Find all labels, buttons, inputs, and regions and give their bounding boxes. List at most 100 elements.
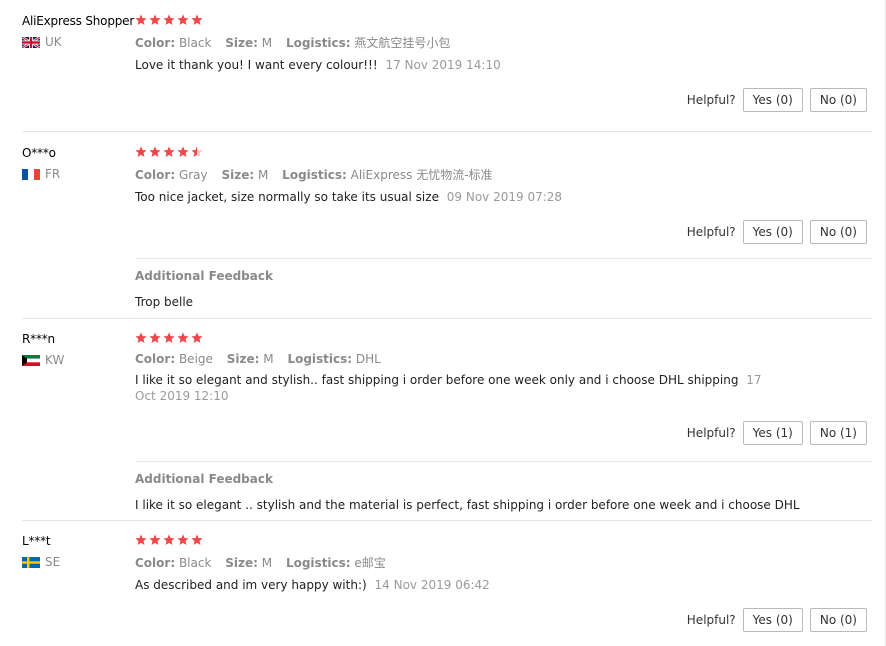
review-meta: Color: Gray Size: M Logistics: AliExpres… xyxy=(135,166,835,183)
review-divider xyxy=(22,131,872,132)
color-label: Color: xyxy=(135,352,176,366)
helpful-yes-button[interactable]: Yes (0) xyxy=(742,220,803,244)
helpful-controls: Helpful? Yes (0) No (0) xyxy=(687,88,867,112)
color-value: Beige xyxy=(178,352,213,366)
review-content: Color: Black Size: M Logistics: e邮宝 As d… xyxy=(135,534,835,593)
helpful-yes-button[interactable]: Yes (0) xyxy=(742,88,803,112)
star-icon xyxy=(177,332,189,343)
helpful-yes-button[interactable]: Yes (0) xyxy=(742,608,803,632)
star-icon xyxy=(135,146,147,157)
se-flag-icon xyxy=(22,556,40,568)
size-value: M xyxy=(257,168,269,182)
helpful-no-button[interactable]: No (0) xyxy=(809,220,867,244)
review-date: 09 Nov 2019 07:28 xyxy=(446,190,563,204)
color-label: Color: xyxy=(135,168,176,182)
star-icon xyxy=(177,146,189,157)
helpful-controls: Helpful? Yes (0) No (0) xyxy=(687,220,867,244)
star-icon xyxy=(135,534,147,545)
review-divider xyxy=(22,520,872,521)
logistics-label: Logistics: xyxy=(285,556,351,570)
star-icon xyxy=(135,14,147,25)
star-icon xyxy=(191,332,203,343)
review-content: Color: Beige Size: M Logistics: DHL I li… xyxy=(135,332,835,404)
logistics-value: DHL xyxy=(355,352,381,366)
size-label: Size: xyxy=(225,36,258,50)
review-meta: Color: Beige Size: M Logistics: DHL xyxy=(135,352,835,366)
reviewer-info: O***o FR xyxy=(22,146,60,181)
helpful-yes-button[interactable]: Yes (1) xyxy=(742,421,803,445)
star-icon xyxy=(149,332,161,343)
star-icon xyxy=(163,146,175,157)
logistics-value: 燕文航空挂号小包 xyxy=(354,36,451,50)
logistics-label: Logistics: xyxy=(287,352,353,366)
uk-flag-icon xyxy=(22,36,40,48)
size-value: M xyxy=(261,36,273,50)
review-date: 17 Nov 2019 14:10 xyxy=(385,58,501,72)
review-body: Love it thank you! I want every colour!!… xyxy=(135,58,378,72)
color-value: Black xyxy=(178,36,212,50)
reviewer-name: R***n xyxy=(22,332,55,346)
star-icon xyxy=(149,146,161,157)
review-text: I like it so elegant and stylish.. fast … xyxy=(135,372,775,404)
helpful-label: Helpful? xyxy=(686,426,736,440)
size-label: Size: xyxy=(221,168,255,182)
helpful-no-button[interactable]: No (0) xyxy=(809,608,867,632)
additional-feedback-title: Additional Feedback xyxy=(135,269,273,283)
review-text: Too nice jacket, size normally so take i… xyxy=(135,189,775,205)
star-icon xyxy=(149,534,161,545)
star-icon xyxy=(149,14,161,25)
star-rating xyxy=(135,534,835,548)
star-icon xyxy=(163,332,175,343)
reviewer-name: O***o xyxy=(22,146,56,160)
color-value: Gray xyxy=(178,168,208,182)
size-label: Size: xyxy=(225,556,258,570)
size-value: M xyxy=(263,352,274,366)
star-icon xyxy=(163,534,175,545)
size-label: Size: xyxy=(226,352,260,366)
helpful-no-button[interactable]: No (0) xyxy=(809,88,867,112)
star-icon xyxy=(191,146,203,157)
review-content: Color: Gray Size: M Logistics: AliExpres… xyxy=(135,146,835,205)
review-text: As described and im very happy with:) 14… xyxy=(135,577,775,593)
star-rating xyxy=(135,146,835,160)
helpful-label: Helpful? xyxy=(686,225,736,239)
additional-feedback: Additional Feedback I like it so elegant… xyxy=(135,461,872,512)
helpful-controls: Helpful? Yes (1) No (1) xyxy=(687,421,867,445)
country-code: KW xyxy=(45,353,65,367)
helpful-controls: Helpful? Yes (0) No (0) xyxy=(687,608,867,632)
reviews-page: AliExpress Shopper UK Color: Black Size:… xyxy=(0,0,886,646)
star-icon xyxy=(177,14,189,25)
star-rating xyxy=(135,332,835,346)
helpful-no-button[interactable]: No (1) xyxy=(809,421,867,445)
logistics-label: Logistics: xyxy=(282,168,347,182)
star-rating xyxy=(135,14,835,28)
star-icon xyxy=(191,14,203,25)
review-divider xyxy=(22,318,872,319)
reviewer-country: SE xyxy=(22,555,60,569)
additional-feedback-text: Trop belle xyxy=(135,295,194,309)
review-body: I like it so elegant and stylish.. fast … xyxy=(135,373,739,387)
review-content: Color: Black Size: M Logistics: 燕文航空挂号小包… xyxy=(135,14,835,73)
reviewer-info: L***t SE xyxy=(22,534,60,569)
logistics-value: e邮宝 xyxy=(354,556,386,570)
review-body: Too nice jacket, size normally so take i… xyxy=(135,190,439,204)
helpful-label: Helpful? xyxy=(686,613,736,627)
reviewer-country: KW xyxy=(22,353,64,367)
review-meta: Color: Black Size: M Logistics: e邮宝 xyxy=(135,554,835,571)
star-icon xyxy=(191,534,203,545)
review-meta: Color: Black Size: M Logistics: 燕文航空挂号小包 xyxy=(135,34,835,51)
size-value: M xyxy=(261,556,273,570)
reviewer-info: R***n KW xyxy=(22,332,64,367)
star-icon xyxy=(135,332,147,343)
reviewer-country: FR xyxy=(22,167,60,181)
review-text: Love it thank you! I want every colour!!… xyxy=(135,57,775,73)
fr-flag-icon xyxy=(22,168,40,180)
reviewer-info: AliExpress Shopper UK xyxy=(22,14,134,49)
review-body: As described and im very happy with:) xyxy=(135,578,367,592)
country-code: SE xyxy=(45,555,61,569)
color-value: Black xyxy=(178,556,212,570)
logistics-value: AliExpress 无忧物流-标准 xyxy=(350,168,493,182)
country-code: UK xyxy=(45,35,62,49)
logistics-label: Logistics: xyxy=(285,36,351,50)
reviewer-name: L***t xyxy=(22,534,51,548)
